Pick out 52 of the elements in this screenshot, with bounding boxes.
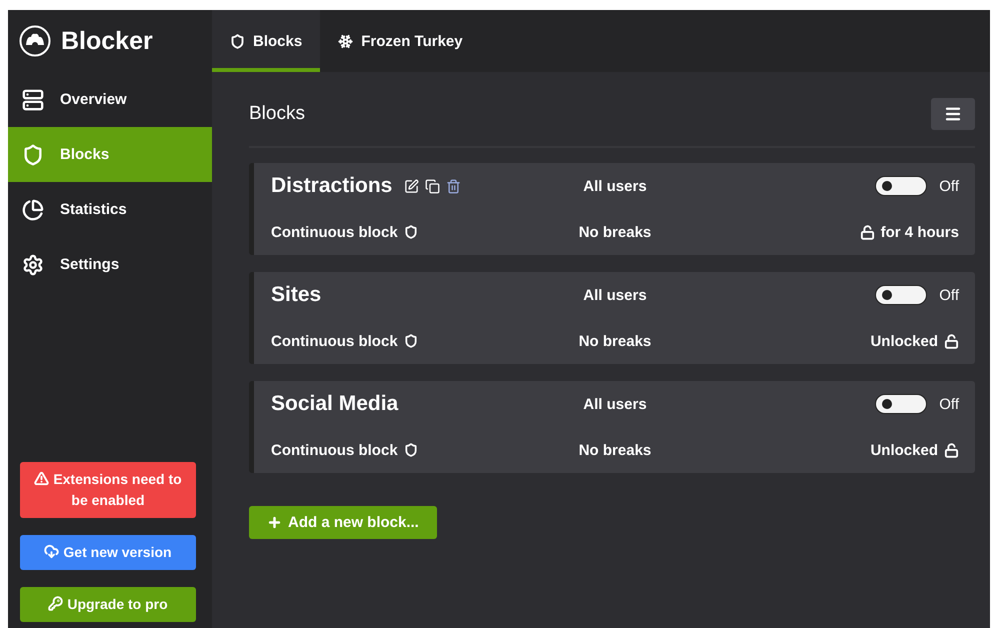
menu-icon — [944, 105, 962, 123]
users-label: All users — [583, 178, 647, 194]
toggle-switch[interactable] — [875, 394, 928, 414]
lock-status: for 4 hours — [880, 224, 959, 240]
toggle-switch[interactable] — [875, 176, 928, 196]
block-type: Continuous block — [271, 224, 398, 240]
toggle-switch[interactable] — [875, 285, 928, 305]
lock-status: Unlocked — [870, 442, 938, 458]
tab[interactable]: Frozen Turkey — [320, 10, 481, 72]
breaks-label: No breaks — [578, 442, 652, 458]
page-title: Blocks — [249, 103, 305, 125]
key-icon — [48, 596, 64, 611]
unlock-icon — [860, 224, 875, 240]
toggle-label: Off — [939, 178, 959, 194]
app-title: Blocker — [61, 26, 153, 56]
logo-icon — [19, 25, 51, 57]
menu-button[interactable] — [931, 98, 975, 130]
nav-item[interactable]: Statistics — [8, 182, 212, 237]
block-name: Distractions — [271, 174, 392, 198]
pie-chart-icon — [22, 198, 44, 220]
block-type: Continuous block — [271, 332, 398, 350]
nav-item[interactable]: Overview — [8, 72, 212, 127]
shield-icon — [22, 144, 44, 166]
shield-icon — [404, 443, 418, 457]
nav-item[interactable]: Settings — [8, 237, 212, 292]
extensions-warning-button[interactable]: Extensions need to be enabled — [20, 462, 196, 518]
edit-icon[interactable] — [404, 178, 420, 194]
server-icon — [22, 88, 44, 110]
breaks-label: No breaks — [578, 224, 652, 240]
cloud-download-icon — [44, 544, 60, 559]
plus-icon — [267, 515, 282, 530]
get-new-version-button[interactable]: Get new version — [20, 535, 196, 570]
lock-status: Unlocked — [870, 332, 938, 350]
copy-icon[interactable] — [425, 178, 440, 194]
toggle-label: Off — [939, 286, 959, 304]
block-type: Continuous block — [271, 442, 398, 458]
toggle-label: Off — [939, 396, 959, 412]
gear-icon — [22, 254, 44, 276]
block-name: Sites — [271, 283, 322, 307]
block-name: Social Media — [271, 392, 398, 416]
snowflake-icon — [338, 34, 354, 48]
users-label: All users — [583, 396, 647, 412]
shield-icon — [404, 225, 418, 239]
shield-icon — [230, 34, 245, 48]
tab[interactable]: Blocks — [212, 10, 320, 72]
users-label: All users — [583, 286, 647, 304]
trash-icon[interactable] — [446, 178, 462, 194]
shield-icon — [404, 334, 418, 348]
warning-icon — [34, 471, 50, 486]
unlock-icon — [944, 442, 959, 458]
unlock-icon — [944, 334, 959, 348]
breaks-label: No breaks — [578, 332, 652, 350]
